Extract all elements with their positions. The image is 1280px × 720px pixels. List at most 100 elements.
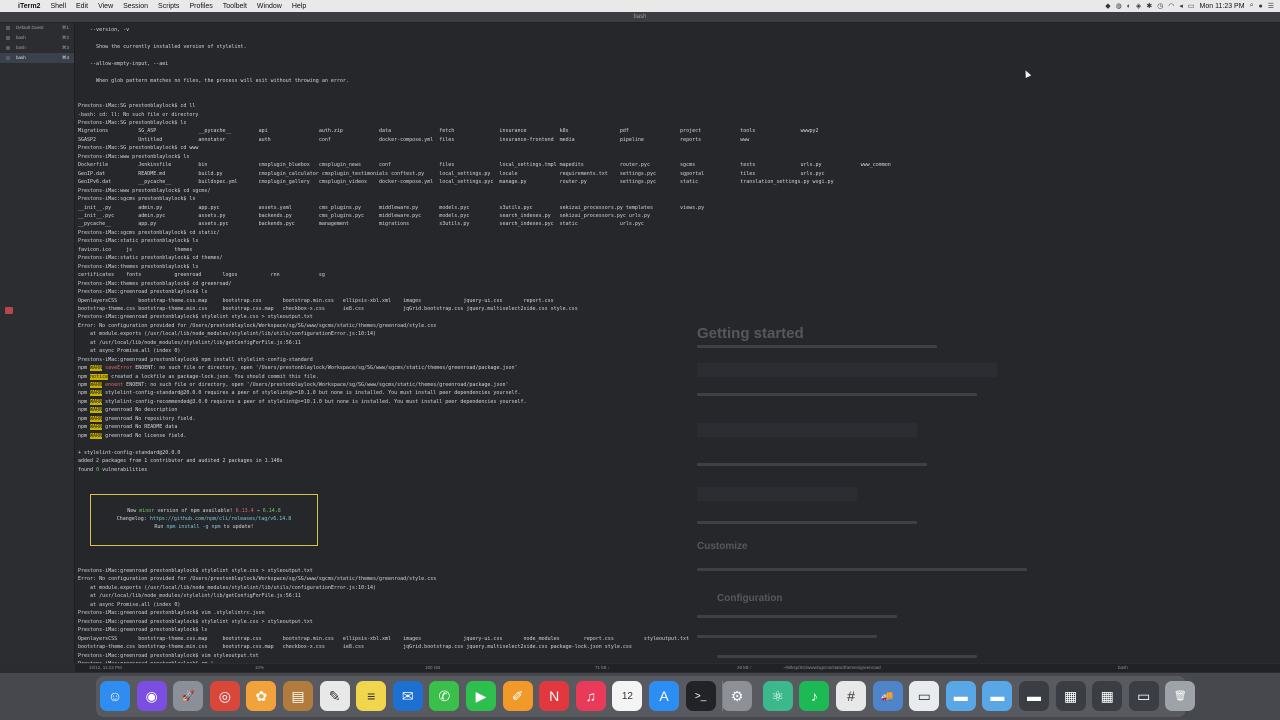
document-icon[interactable]: ▭: [909, 681, 940, 711]
wifi-icon[interactable]: ◠: [1168, 2, 1174, 10]
terminal-line: npm WARN greenroad No repository field.: [78, 415, 196, 422]
terminal-line: --allow-empty-input, --aei: [78, 60, 169, 67]
screen-icon[interactable]: ▭: [1128, 681, 1159, 711]
menubar-clock[interactable]: Mon 11:23 PM: [1200, 3, 1245, 10]
status-disk: 100 GB: [425, 665, 441, 670]
photos-icon[interactable]: ✿: [246, 681, 277, 711]
sync-icon[interactable]: ◍: [1116, 2, 1122, 10]
session-icon: [6, 36, 10, 40]
terminal-line: npm WARN stylelint-config-recommended@3.…: [78, 398, 527, 405]
terminal-line: Dockerfile Jenkinsfile bin cmsplugin_blu…: [78, 162, 891, 169]
calendar-icon[interactable]: 12: [612, 681, 643, 711]
volume-icon[interactable]: ◂: [1179, 2, 1183, 10]
terminal-line: Show the currently installed version of …: [78, 43, 247, 50]
session-shortcut: ⌘2: [61, 35, 69, 40]
terminal-line: npm WARN enoent ENOENT: no such file or …: [78, 382, 509, 389]
menu-session[interactable]: Session: [123, 3, 148, 10]
folder2-icon[interactable]: ▬: [982, 681, 1013, 711]
menu-view[interactable]: View: [98, 3, 113, 10]
dock-separator: [722, 681, 723, 711]
status-cpu: 10%: [255, 665, 265, 670]
terminal-line: certificates fonts greenroad logos rnn s…: [78, 272, 325, 279]
terminal-line: __init__.pyc admin.pyc assets.py backend…: [78, 212, 650, 219]
chrome-icon[interactable]: ◎: [209, 681, 240, 711]
terminal-line: Prestons-iMac:greenroad prestonblaylock$…: [78, 568, 313, 574]
menu-profiles[interactable]: Profiles: [189, 3, 212, 10]
update-line: New minor version of npm available! 6.13…: [127, 508, 281, 514]
music-icon[interactable]: ♫: [575, 681, 606, 711]
appstore-icon[interactable]: A: [649, 681, 679, 711]
terminal-line: Prestons-iMac:www prestonblaylock$ ls: [78, 153, 190, 160]
window-title-bar[interactable]: bash: [0, 12, 1280, 23]
menu-window[interactable]: Window: [257, 3, 282, 10]
terminal-line: + stylelint-config-standard@20.0.0: [78, 449, 181, 456]
transmit-icon[interactable]: 🚚: [872, 681, 903, 711]
update-line: Changelog: https://github.com/npm/cli/re…: [116, 516, 292, 522]
menu-toolbelt[interactable]: Toolbelt: [223, 3, 247, 10]
spotlight-icon[interactable]: ⌕: [1250, 2, 1254, 10]
terminal-line: at /usr/local/lib/node_modules/stylelint…: [78, 593, 301, 600]
terminal-line: npm WARN saveError ENOENT: no such file …: [78, 365, 518, 372]
status-bar: 10/12, 11:23 PM 10% 100 GB 71 kB ↓ 29 kB…: [75, 664, 1280, 672]
folder3-icon[interactable]: ▬: [1019, 681, 1049, 711]
terminal-line: npm notice created a lockfile as package…: [78, 373, 319, 380]
terminal-icon[interactable]: >_: [685, 681, 716, 711]
terminal-line: at /usr/local/lib/node_modules/stylelint…: [78, 339, 301, 346]
session-label: bash: [16, 35, 26, 40]
session-marker-icon: [5, 307, 13, 314]
spotify-icon[interactable]: ♪: [799, 681, 830, 711]
notes-icon[interactable]: ≡: [356, 681, 387, 711]
news-icon[interactable]: N: [539, 681, 570, 711]
session-item[interactable]: bash ⌘3: [0, 43, 74, 53]
messages-icon[interactable]: ✆: [429, 681, 460, 711]
menu-scripts[interactable]: Scripts: [158, 3, 179, 10]
status-network: 29 kB ↑: [737, 665, 753, 670]
textedit-icon[interactable]: ✎: [319, 681, 350, 711]
notification-center-icon[interactable]: ☰: [1268, 2, 1274, 10]
terminal-line: at async Promise.all (index 0): [78, 348, 181, 355]
changelog-link[interactable]: https://github.com/npm/cli/releases/tag/…: [150, 516, 291, 522]
npm-update-notice: New minor version of npm available! 6.13…: [90, 494, 318, 546]
slack-icon[interactable]: #: [836, 681, 866, 711]
session-item[interactable]: bash ⌘2: [0, 33, 74, 43]
terminal-line: Prestons-iMac:themes prestonblaylock$ cd…: [78, 280, 232, 287]
battery-icon[interactable]: ▭: [1188, 2, 1195, 10]
window-title: bash: [633, 14, 647, 20]
session-label: Default Guest: [16, 25, 44, 30]
siri-icon[interactable]: ◉: [136, 681, 167, 711]
outlook-icon[interactable]: ✉: [392, 681, 423, 711]
shield-icon[interactable]: ◐: [1127, 3, 1131, 10]
screenshot-icon[interactable]: ▦: [1055, 681, 1086, 711]
dropbox-icon[interactable]: ◆: [1105, 2, 1110, 10]
menu-shell[interactable]: Shell: [50, 3, 66, 10]
launchpad-icon[interactable]: 🚀: [173, 681, 204, 711]
menu-edit[interactable]: Edit: [76, 3, 88, 10]
menu-iterm2[interactable]: iTerm2: [18, 3, 40, 10]
terminal-line: Error: No configuration provided for /Us…: [78, 322, 437, 329]
clock-icon[interactable]: ◷: [1157, 2, 1163, 10]
system-preferences-icon[interactable]: ⚙: [722, 681, 753, 711]
bluetooth-icon[interactable]: ✱: [1146, 2, 1152, 10]
terminal-line: Prestons-iMac:sgcms prestonblaylock$ cd …: [78, 229, 220, 236]
terminal-line: Prestons-iMac:greenroad prestonblaylock$…: [78, 652, 259, 659]
notefile-icon[interactable]: ▤: [283, 681, 313, 711]
terminal-line: Prestons-iMac:static prestonblaylock$ ls: [78, 238, 199, 245]
trash-icon[interactable]: 🗑: [1165, 681, 1196, 711]
folder-icon[interactable]: ▬: [945, 681, 976, 711]
update-line: Run npm install -g npm to update!: [154, 524, 254, 530]
session-item[interactable]: Default Guest ⌘1: [0, 23, 74, 33]
vpn-icon[interactable]: ◈: [1136, 2, 1141, 10]
session-item-active[interactable]: bash ⌘4: [0, 53, 74, 63]
pages-icon[interactable]: ✐: [502, 681, 533, 711]
terminal-line: Prestons-iMac:www prestonblaylock$ cd sg…: [78, 187, 211, 194]
facetime-icon[interactable]: ▶: [466, 681, 496, 711]
status-clock: 10/12, 11:23 PM: [89, 665, 122, 670]
session-shortcut: ⌘1: [61, 25, 69, 30]
screenshot2-icon[interactable]: ▦: [1092, 681, 1123, 711]
finder-icon[interactable]: ☺: [100, 681, 130, 711]
terminal-pane[interactable]: Getting started Customize Configuration …: [75, 23, 1280, 663]
atom-icon[interactable]: ⚛: [762, 681, 793, 711]
terminal-line: npm WARN greenroad No description: [78, 407, 178, 414]
menu-help[interactable]: Help: [292, 3, 306, 10]
user-icon[interactable]: ●: [1258, 3, 1262, 10]
